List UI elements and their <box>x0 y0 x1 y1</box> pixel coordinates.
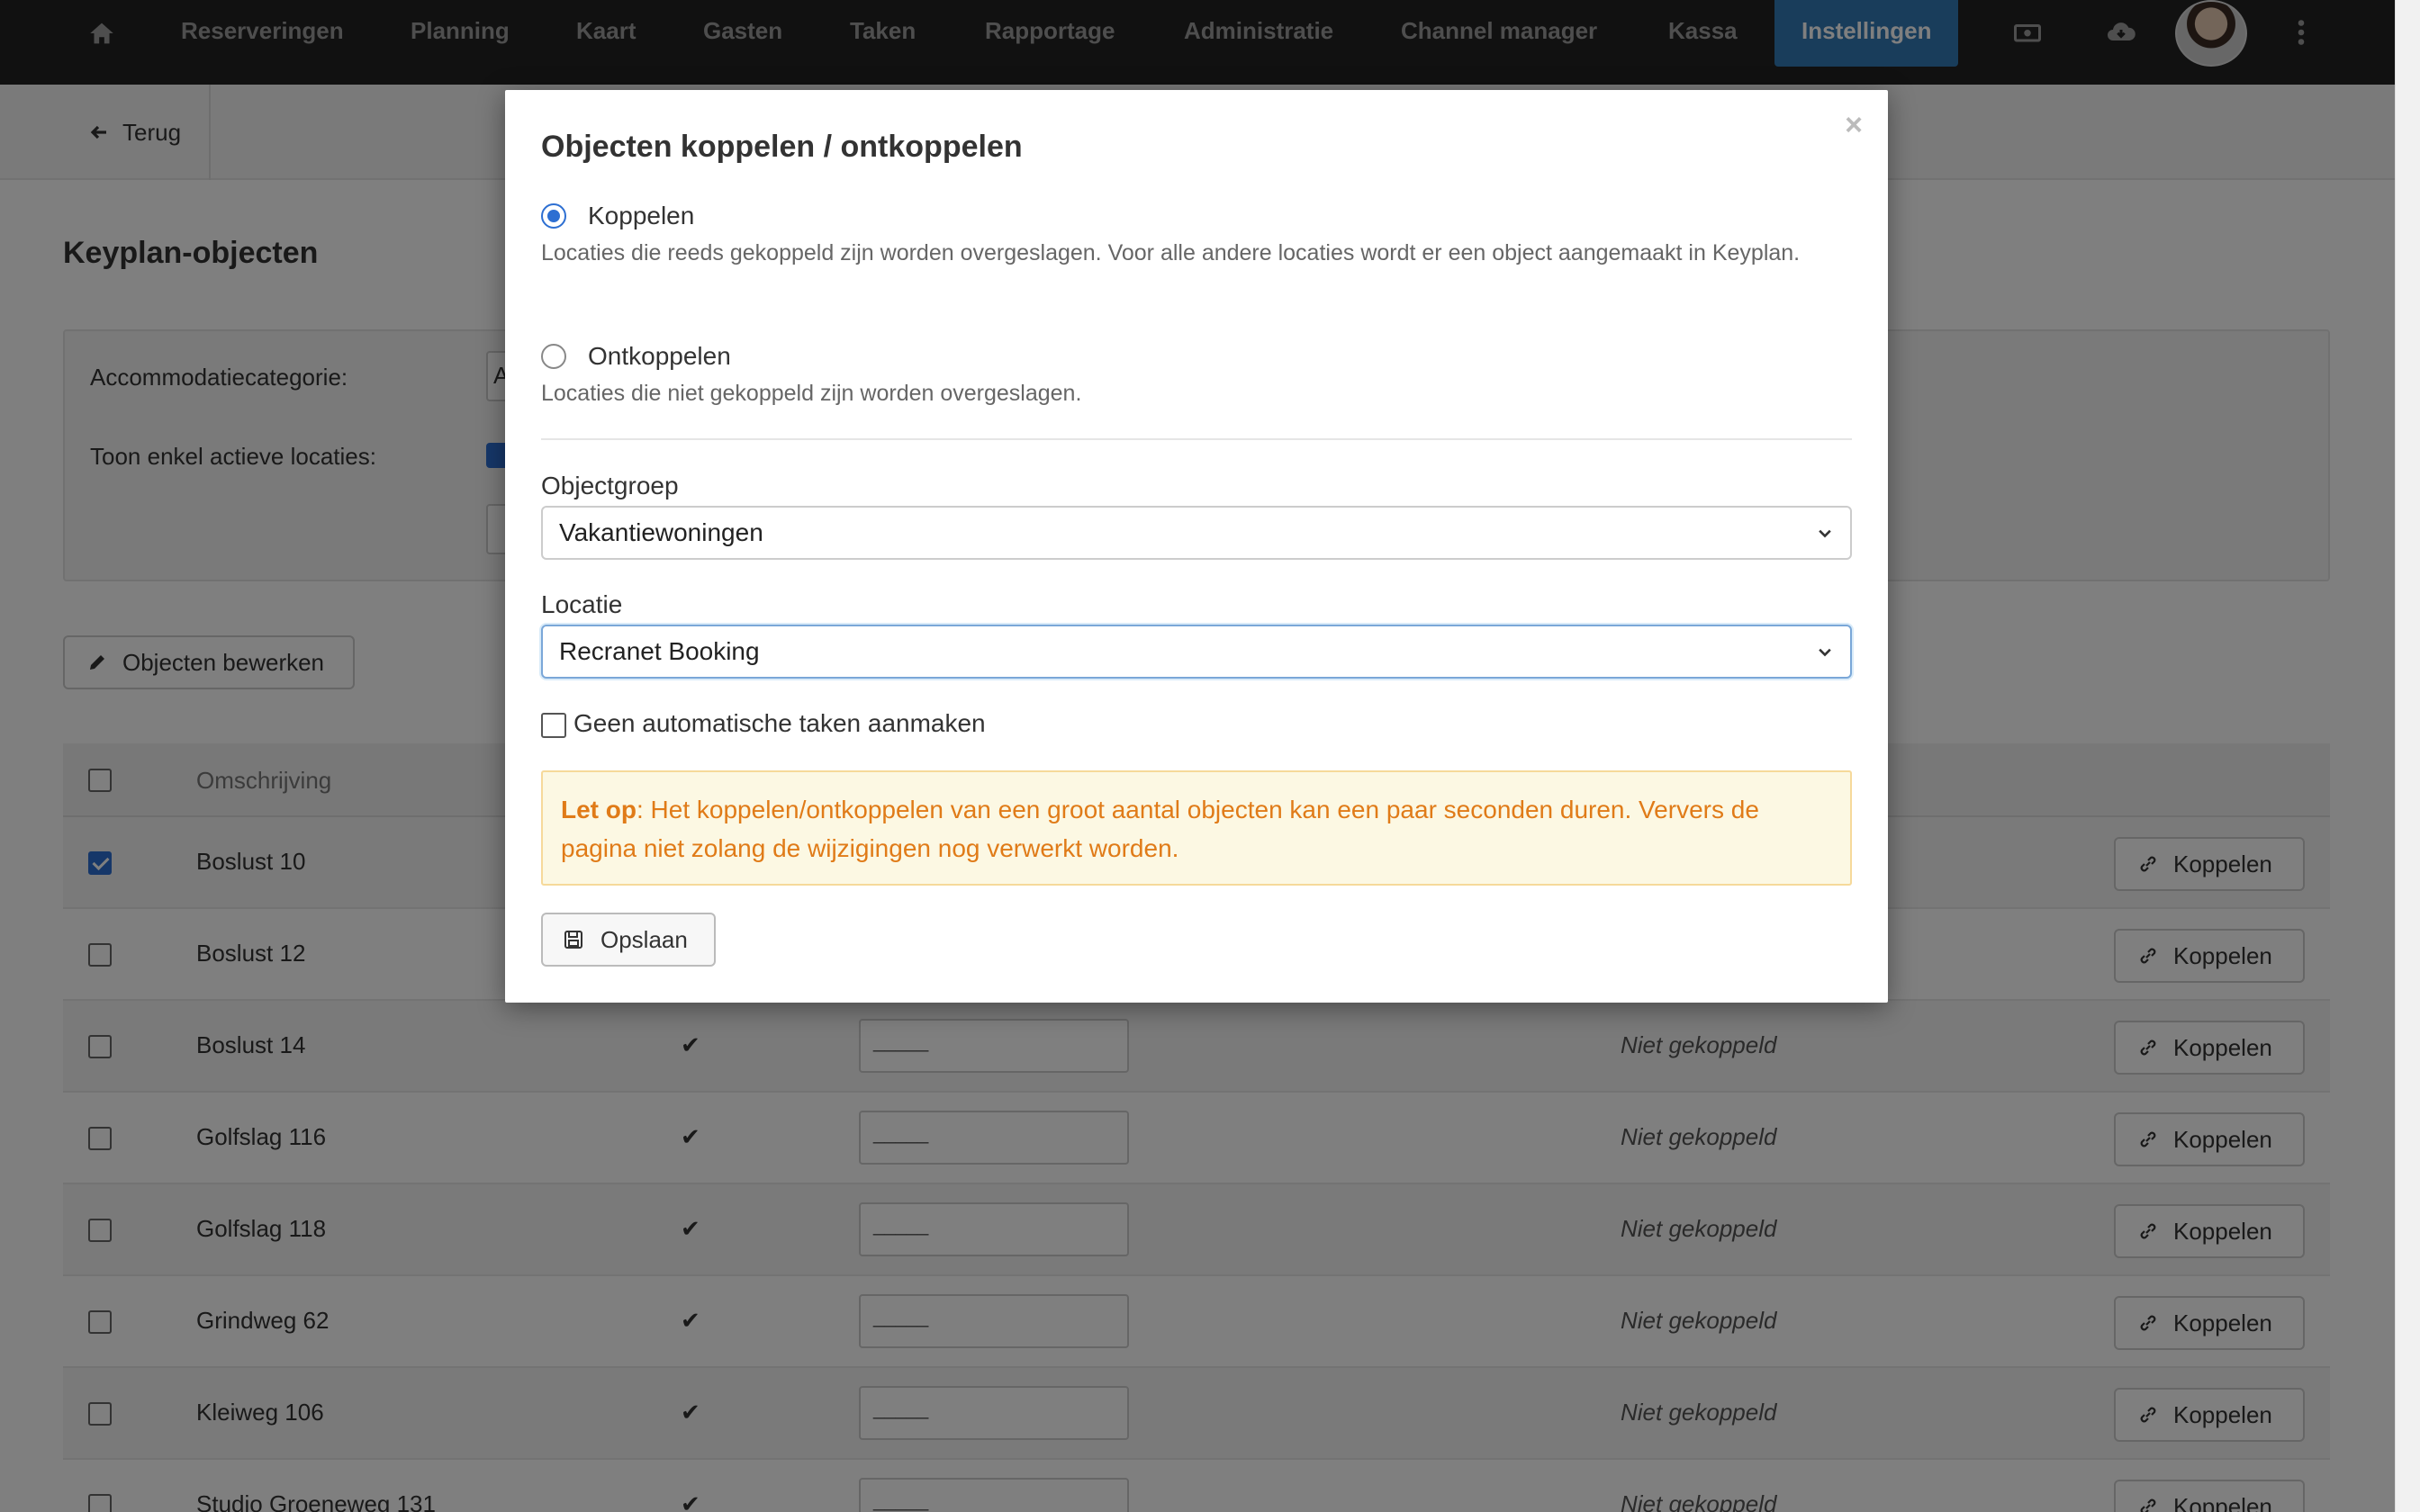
objectgroup-value: Vakantiewoningen <box>559 518 763 546</box>
alert-text: : Het koppelen/ontkoppelen van een groot… <box>561 796 1759 862</box>
scrollbar[interactable] <box>2395 0 2420 1512</box>
chevron-down-icon <box>1819 648 1831 657</box>
save-button[interactable]: Opslaan <box>541 913 716 967</box>
link-objects-modal: × Objecten koppelen / ontkoppelen Koppel… <box>505 90 1888 1003</box>
floppy-disk-icon <box>564 931 582 949</box>
chevron-down-icon <box>1819 529 1831 538</box>
ontkoppelen-help-text: Locaties die niet gekoppeld zijn worden … <box>541 381 1082 406</box>
radio-koppelen[interactable] <box>541 203 566 229</box>
koppelen-help-text: Locaties die reeds gekoppeld zijn worden… <box>541 240 1801 266</box>
radio-ontkoppelen-label[interactable]: Ontkoppelen <box>588 342 731 371</box>
no-auto-tasks-checkbox[interactable] <box>541 713 566 738</box>
divider <box>541 438 1852 440</box>
modal-title: Objecten koppelen / ontkoppelen <box>541 130 1023 164</box>
radio-ontkoppelen[interactable] <box>541 344 566 369</box>
location-value: Recranet Booking <box>559 637 760 665</box>
radio-koppelen-label[interactable]: Koppelen <box>588 202 694 230</box>
close-icon[interactable]: × <box>1845 108 1863 143</box>
alert-strong: Let op <box>561 796 637 824</box>
location-label: Locatie <box>541 590 623 618</box>
warning-alert: Let op: Het koppelen/ontkoppelen van een… <box>541 770 1852 886</box>
objectgroup-select[interactable]: Vakantiewoningen <box>541 506 1852 560</box>
objectgroup-label: Objectgroep <box>541 472 679 500</box>
save-label: Opslaan <box>600 925 688 953</box>
location-select[interactable]: Recranet Booking <box>541 625 1852 679</box>
no-auto-tasks-label[interactable]: Geen automatische taken aanmaken <box>573 709 986 738</box>
